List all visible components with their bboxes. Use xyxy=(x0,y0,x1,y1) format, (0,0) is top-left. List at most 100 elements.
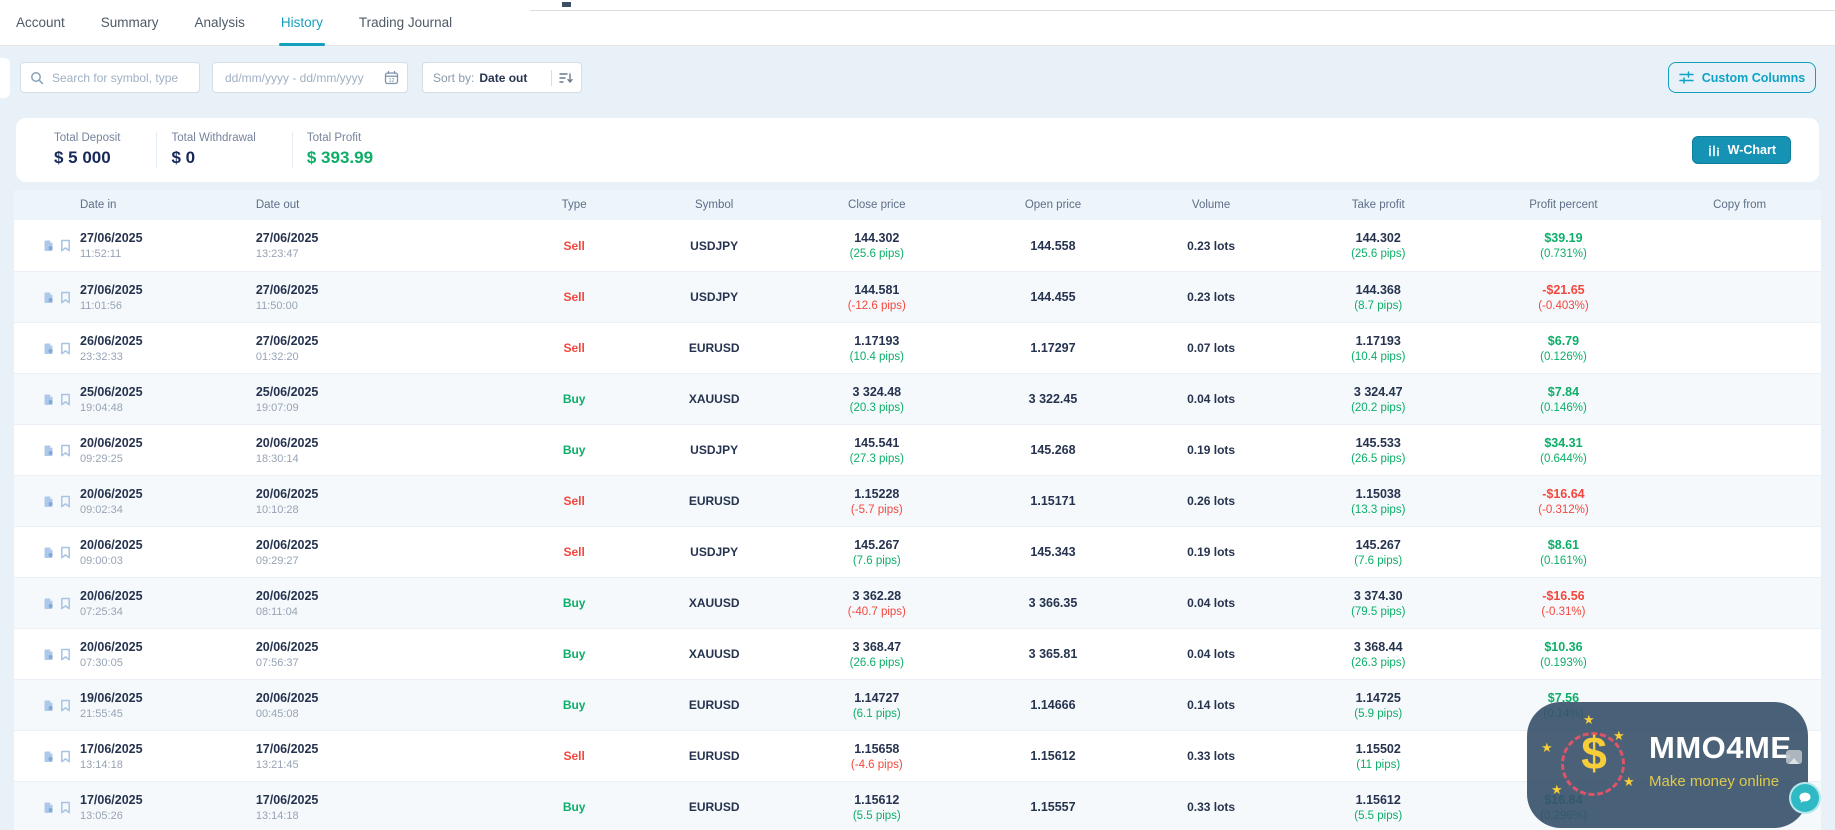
table-row[interactable]: 27/06/202511:01:56 27/06/202511:50:00 Se… xyxy=(14,271,1821,322)
chat-button[interactable] xyxy=(1789,782,1821,814)
cell-date-out: 20/06/202509:29:27 xyxy=(231,527,502,577)
table-row[interactable]: 25/06/202519:04:48 25/06/202519:07:09 Bu… xyxy=(14,373,1821,424)
date-range-box[interactable]: 12 xyxy=(212,62,408,93)
note-icon[interactable] xyxy=(42,495,55,508)
cell-take-profit: 1.17193(10.4 pips) xyxy=(1288,323,1469,373)
cell-symbol: EURUSD xyxy=(646,782,782,830)
bookmark-icon[interactable] xyxy=(60,699,71,712)
cell-symbol: USDJPY xyxy=(646,220,782,271)
cell-volume: 0.04 lots xyxy=(1134,578,1288,628)
bookmark-icon[interactable] xyxy=(60,801,71,814)
cell-take-profit: 1.14725(5.9 pips) xyxy=(1288,680,1469,730)
note-icon[interactable] xyxy=(42,444,55,457)
cell-type: Buy xyxy=(502,374,647,424)
bookmark-icon[interactable] xyxy=(60,291,71,304)
sort-by-label: Sort by: xyxy=(433,71,474,85)
sort-direction-icon[interactable] xyxy=(559,72,573,84)
wchart-button[interactable]: W-Chart xyxy=(1692,136,1791,164)
cell-open-price: 3 366.35 xyxy=(972,578,1135,628)
column-header-date-out: Date out xyxy=(231,199,502,211)
cell-date-out: 17/06/202513:21:45 xyxy=(231,731,502,781)
tab-account[interactable]: Account xyxy=(16,0,65,46)
bookmark-icon[interactable] xyxy=(60,495,71,508)
column-header-date-in: Date in xyxy=(14,199,231,211)
note-icon[interactable] xyxy=(42,801,55,814)
total-withdrawal-label: Total Withdrawal xyxy=(171,132,255,144)
cell-symbol: XAUUSD xyxy=(646,629,782,679)
tab-trading-journal[interactable]: Trading Journal xyxy=(359,0,452,46)
table-row[interactable]: 20/06/202507:30:05 20/06/202507:56:37 Bu… xyxy=(14,628,1821,679)
cell-close-price: 3 368.47(26.6 pips) xyxy=(782,629,972,679)
bookmark-icon[interactable] xyxy=(60,597,71,610)
bookmark-icon[interactable] xyxy=(60,444,71,457)
search-box[interactable] xyxy=(20,62,200,93)
table-row[interactable]: 20/06/202509:02:34 20/06/202510:10:28 Se… xyxy=(14,475,1821,526)
search-input[interactable] xyxy=(50,70,209,86)
note-icon[interactable] xyxy=(42,393,55,406)
table-row[interactable]: 26/06/202523:32:33 27/06/202501:32:20 Se… xyxy=(14,322,1821,373)
cell-copy-from xyxy=(1658,374,1821,424)
dollar-coin-icon: $ ★ ★ ★ ★ ★ xyxy=(1549,720,1639,810)
total-deposit-value: $ 5 000 xyxy=(54,148,120,168)
note-icon[interactable] xyxy=(42,291,55,304)
tab-summary[interactable]: Summary xyxy=(101,0,159,46)
cell-date-out: 25/06/202519:07:09 xyxy=(231,374,502,424)
star-icon: ★ xyxy=(1551,782,1563,798)
table-row[interactable]: 27/06/202511:52:11 27/06/202513:23:47 Se… xyxy=(14,220,1821,271)
date-range-input[interactable] xyxy=(223,70,384,86)
bookmark-icon[interactable] xyxy=(60,393,71,406)
sort-by-dropdown[interactable]: Sort by: Date out xyxy=(422,62,582,93)
bookmark-icon[interactable] xyxy=(60,239,71,252)
cell-open-price: 3 365.81 xyxy=(972,629,1135,679)
cell-profit-percent: -$21.65 (-0.403%) xyxy=(1469,272,1659,322)
note-icon[interactable] xyxy=(42,546,55,559)
note-icon[interactable] xyxy=(42,597,55,610)
cell-type: Sell xyxy=(502,731,647,781)
cell-symbol: EURUSD xyxy=(646,731,782,781)
cell-date-in: 17/06/202513:14:18 xyxy=(14,731,231,781)
table-row[interactable]: 20/06/202509:00:03 20/06/202509:29:27 Se… xyxy=(14,526,1821,577)
cell-date-out: 27/06/202501:32:20 xyxy=(231,323,502,373)
bookmark-icon[interactable] xyxy=(60,648,71,661)
bookmark-icon[interactable] xyxy=(60,342,71,355)
cell-close-price: 145.541(27.3 pips) xyxy=(782,425,972,475)
cell-volume: 0.14 lots xyxy=(1134,680,1288,730)
note-icon[interactable] xyxy=(42,750,55,763)
tab-analysis[interactable]: Analysis xyxy=(195,0,245,46)
cell-profit-percent: $8.61 (0.161%) xyxy=(1469,527,1659,577)
cell-open-price: 145.268 xyxy=(972,425,1135,475)
cell-date-in: 20/06/202509:02:34 xyxy=(14,476,231,526)
cell-symbol: XAUUSD xyxy=(646,578,782,628)
cell-volume: 0.04 lots xyxy=(1134,374,1288,424)
cell-volume: 0.04 lots xyxy=(1134,629,1288,679)
cell-type: Buy xyxy=(502,425,647,475)
calendar-icon[interactable]: 12 xyxy=(384,70,399,85)
cell-profit-percent: $10.36 (0.193%) xyxy=(1469,629,1659,679)
cell-date-in: 20/06/202507:30:05 xyxy=(14,629,231,679)
table-row[interactable]: 20/06/202507:25:34 20/06/202508:11:04 Bu… xyxy=(14,577,1821,628)
table-row[interactable]: 20/06/202509:29:25 20/06/202518:30:14 Bu… xyxy=(14,424,1821,475)
summary-card: Total Deposit $ 5 000 Total Withdrawal $… xyxy=(16,118,1819,182)
star-icon: ★ xyxy=(1613,728,1625,744)
tune-icon xyxy=(1679,71,1694,84)
note-icon[interactable] xyxy=(42,239,55,252)
custom-columns-button[interactable]: Custom Columns xyxy=(1668,62,1816,93)
cell-date-in: 25/06/202519:04:48 xyxy=(14,374,231,424)
star-icon: ★ xyxy=(1541,740,1553,756)
note-icon[interactable] xyxy=(42,342,55,355)
cell-close-price: 3 362.28(-40.7 pips) xyxy=(782,578,972,628)
tab-history[interactable]: History xyxy=(281,0,323,46)
top-edge-line xyxy=(530,10,1835,11)
bookmark-icon[interactable] xyxy=(60,546,71,559)
cell-take-profit: 3 374.30(79.5 pips) xyxy=(1288,578,1469,628)
left-panel-edge xyxy=(0,58,10,98)
note-icon[interactable] xyxy=(42,648,55,661)
stat-total-deposit: Total Deposit $ 5 000 xyxy=(40,132,157,168)
note-icon[interactable] xyxy=(42,699,55,712)
cell-type: Buy xyxy=(502,578,647,628)
cell-symbol: EURUSD xyxy=(646,680,782,730)
cell-date-out: 17/06/202513:14:18 xyxy=(231,782,502,830)
watermark-title: MMO4ME xyxy=(1649,730,1792,766)
image-icon xyxy=(1786,750,1802,764)
bookmark-icon[interactable] xyxy=(60,750,71,763)
